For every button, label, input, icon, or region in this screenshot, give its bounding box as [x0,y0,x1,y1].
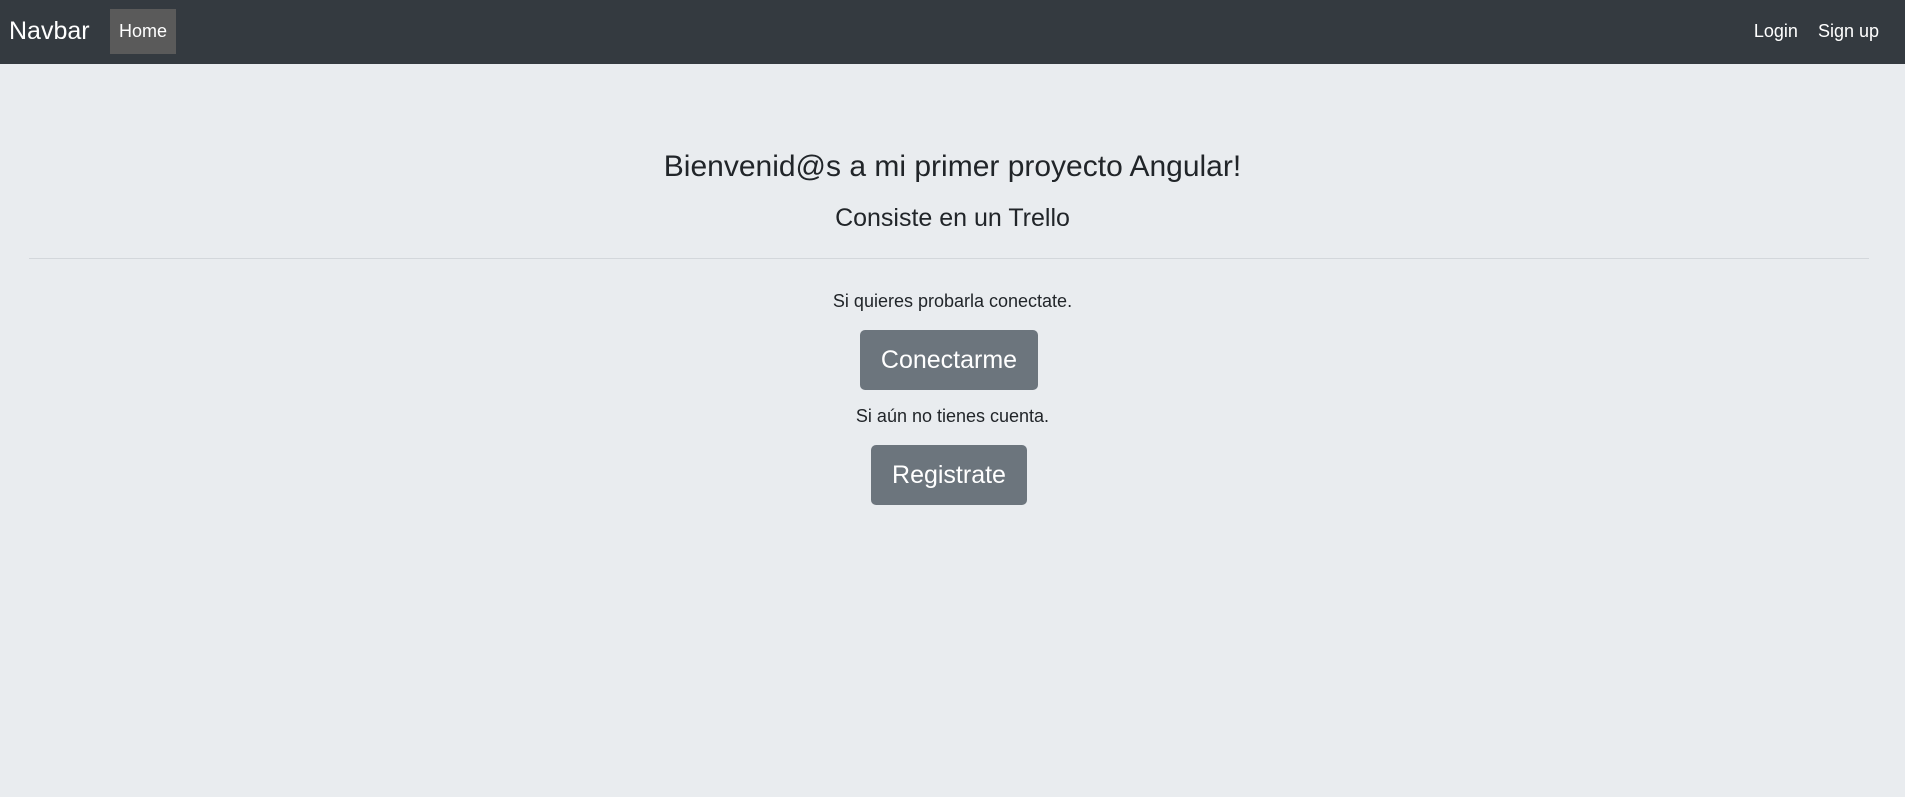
navbar: Navbar Home Login Sign up [0,0,1905,64]
navbar-brand[interactable]: Navbar [9,14,90,48]
login-button[interactable]: Conectarme [860,330,1038,390]
nav-signup-link[interactable]: Sign up [1818,9,1879,54]
nav-login-link[interactable]: Login [1754,9,1798,54]
register-prompt: Si aún no tienes cuenta. [855,406,1050,426]
page-subtitle: Consiste en un Trello [835,204,1070,232]
register-button[interactable]: Registrate [871,445,1027,505]
login-prompt: Si quieres probarla conectate. [832,291,1073,311]
nav-home-link[interactable]: Home [110,9,176,54]
divider [29,258,1869,259]
page-title: Bienvenid@s a mi primer proyecto Angular… [663,150,1242,183]
navbar-right-links: Login Sign up [1754,9,1879,54]
